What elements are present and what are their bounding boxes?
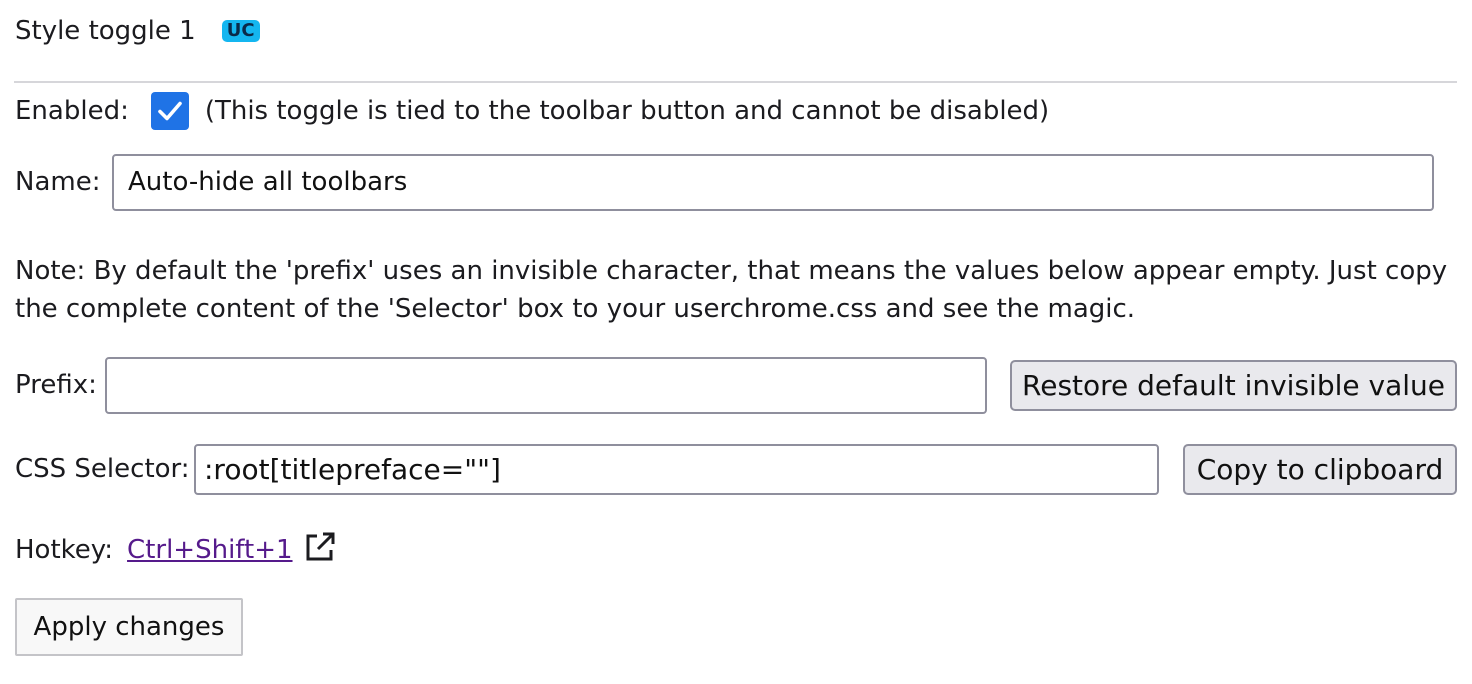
copy-to-clipboard-button[interactable]: Copy to clipboard (1183, 444, 1457, 495)
prefix-input[interactable] (105, 357, 987, 414)
restore-default-button[interactable]: Restore default invisible value (1010, 360, 1457, 411)
external-link-icon[interactable] (303, 530, 337, 564)
page-title: Style toggle 1 (15, 16, 196, 46)
name-label: Name: (15, 167, 101, 197)
uc-badge: UC (221, 19, 260, 43)
apply-changes-button[interactable]: Apply changes (15, 598, 243, 656)
hotkey-link[interactable]: Ctrl+Shift+1 (127, 534, 292, 567)
enabled-note: (This toggle is tied to the toolbar butt… (204, 95, 1050, 126)
prefix-note: Note: By default the 'prefix' uses an in… (15, 256, 1448, 324)
enabled-checkbox[interactable] (150, 92, 189, 130)
prefix-label: Prefix: (15, 370, 97, 400)
style-toggle-header: Style toggle 1 UC (15, 16, 260, 46)
checkmark-icon (158, 101, 182, 121)
name-row: Name: (15, 153, 1435, 211)
name-input[interactable] (112, 153, 1434, 211)
prefix-row: Prefix: Restore default invisible value (15, 357, 1460, 415)
header-divider (14, 81, 1457, 83)
hotkey-row: Hotkey: Ctrl+Shift+1 (15, 528, 337, 572)
enabled-label: Enabled: (15, 95, 129, 126)
enabled-row: Enabled: (This toggle is tied to the too… (15, 89, 1049, 133)
hotkey-label: Hotkey: (15, 534, 114, 565)
css-selector-input[interactable] (194, 444, 1159, 495)
css-selector-label: CSS Selector: (15, 454, 190, 484)
css-selector-row: CSS Selector: Copy to clipboard (15, 443, 1460, 497)
